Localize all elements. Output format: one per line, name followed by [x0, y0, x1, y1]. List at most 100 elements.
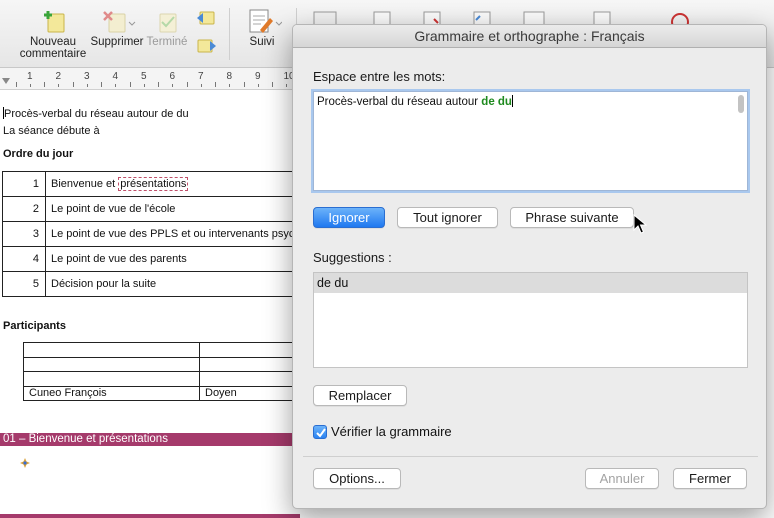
- done-comment-button[interactable]: Terminé: [146, 6, 188, 48]
- track-changes-label: Suivi: [249, 36, 275, 48]
- suggestions-list[interactable]: de du: [313, 272, 748, 368]
- ruler-tick: [143, 84, 145, 87]
- ruler-number: 2: [55, 71, 62, 82]
- table-row: [23, 342, 323, 358]
- section-bar: [0, 514, 300, 518]
- grammar-dialog: Grammaire et orthographe : Français Espa…: [292, 24, 767, 509]
- ruler-tick: [86, 84, 88, 87]
- participants-table: Cuneo François Doyen: [23, 342, 323, 401]
- text-cursor: [511, 95, 513, 107]
- issue-label: Espace entre les mots:: [313, 69, 446, 84]
- checkmark-icon: [316, 428, 326, 438]
- document-page[interactable]: Procès-verbal du réseau autour de du La …: [0, 91, 323, 518]
- agenda-heading: Ordre du jour: [3, 148, 74, 160]
- track-changes-button[interactable]: Suivi: [240, 6, 284, 48]
- delete-comment-button[interactable]: Supprimer: [88, 6, 146, 48]
- dialog-separator: [303, 456, 758, 457]
- mouse-pointer-icon: [633, 213, 648, 237]
- ruler-tick: [172, 84, 174, 87]
- previous-comment-icon[interactable]: [194, 10, 218, 29]
- ruler-tick: [272, 82, 273, 87]
- table-row: Cuneo François Doyen: [23, 385, 323, 401]
- done-comment-label: Terminé: [146, 36, 188, 48]
- ruler-tick: [15, 82, 17, 87]
- table-row: [23, 371, 323, 387]
- ruler-tick: [58, 84, 60, 87]
- participant-name: Cuneo François: [23, 385, 200, 401]
- ruler-number: 5: [141, 71, 147, 82]
- agenda-item: Décision pour la suite: [45, 271, 322, 297]
- close-button[interactable]: Fermer: [673, 468, 747, 489]
- ruler-tick: [257, 84, 259, 87]
- table-row: 3 Le point de vue des PPLS et ou interve…: [2, 221, 322, 247]
- next-sentence-button[interactable]: Phrase suivante: [510, 207, 634, 228]
- new-comment-label-1: Nouveau: [29, 36, 77, 48]
- doc-title-line: Procès-verbal du réseau autour de du: [3, 107, 189, 120]
- agenda-item: Le point de vue des PPLS et ou intervena…: [45, 221, 322, 247]
- list-item[interactable]: de du: [314, 273, 747, 293]
- table-row: [23, 356, 323, 372]
- agenda-number: 5: [2, 271, 46, 297]
- ruler-tick: [129, 82, 131, 87]
- ruler-number: 3: [84, 71, 90, 82]
- dialog-title: Grammaire et orthographe : Français: [293, 25, 766, 48]
- undo-button[interactable]: Annuler: [585, 468, 659, 489]
- anchor-icon: [20, 458, 30, 471]
- participants-heading: Participants: [3, 320, 66, 332]
- table-row: 5 Décision pour la suite: [2, 271, 322, 297]
- horizontal-ruler[interactable]: 1 2 3 4 5 6 7 8 9 10: [0, 68, 300, 90]
- ruler-tick: [158, 82, 159, 87]
- delete-comment-label: Supprimer: [90, 36, 144, 48]
- ruler-tick: [286, 84, 288, 87]
- ruler-tick: [29, 84, 31, 87]
- ruler-tick: [229, 84, 231, 87]
- next-comment-icon[interactable]: [194, 38, 218, 57]
- ruler-number: 4: [112, 71, 119, 82]
- scrollbar-thumb[interactable]: [738, 95, 744, 113]
- ruler-tick: [44, 82, 45, 87]
- sentence-text: Procès-verbal du réseau autour: [317, 96, 482, 108]
- ignore-all-button[interactable]: Tout ignorer: [397, 207, 498, 228]
- delete-comment-icon: [88, 6, 146, 36]
- ruler-number: 6: [169, 71, 176, 82]
- agenda-item: Bienvenue et présentations: [45, 171, 322, 197]
- sentence-highlight: de du: [481, 96, 512, 108]
- ruler-tick: [72, 82, 74, 87]
- ruler-tick: [115, 84, 117, 87]
- doc-session-line: La séance débute à: [3, 125, 100, 137]
- replace-button[interactable]: Remplacer: [313, 385, 407, 406]
- agenda-number: 3: [2, 221, 46, 247]
- ribbon-separator: [229, 8, 230, 60]
- ruler-tick: [200, 84, 202, 87]
- agenda-number: 2: [2, 196, 46, 222]
- done-comment-icon: [146, 6, 188, 36]
- options-button[interactable]: Options...: [313, 468, 401, 489]
- ruler-number: 9: [255, 71, 261, 82]
- ruler-tick: [186, 82, 188, 87]
- agenda-number: 4: [2, 246, 46, 272]
- suggestions-label: Suggestions :: [313, 250, 392, 265]
- table-row: 4 Le point de vue des parents: [2, 246, 322, 272]
- check-grammar-label: Vérifier la grammaire: [331, 424, 452, 439]
- table-row: 1 Bienvenue et présentations: [2, 171, 322, 197]
- ruler-number: 1: [27, 71, 33, 82]
- agenda-number: 1: [2, 171, 46, 197]
- ruler-tick: [215, 82, 216, 87]
- new-comment-label-2: commentaire: [19, 48, 87, 60]
- sentence-field[interactable]: Procès-verbal du réseau autour de du: [313, 91, 748, 191]
- doc-title-text: Procès-verbal du réseau autour de du: [4, 108, 189, 120]
- flagged-word[interactable]: présentations: [118, 177, 189, 191]
- new-comment-button[interactable]: Nouveau commentaire: [18, 6, 88, 60]
- check-grammar-checkbox[interactable]: [313, 425, 327, 439]
- indent-marker-icon[interactable]: [2, 78, 10, 84]
- track-changes-icon: [240, 6, 284, 36]
- ignore-button[interactable]: Ignorer: [313, 207, 385, 228]
- ruler-tick: [243, 82, 245, 87]
- agenda-item: Le point de vue de l'école: [45, 196, 322, 222]
- ruler-number: 7: [198, 71, 204, 82]
- ruler-tick: [101, 82, 102, 87]
- ruler-number: 8: [226, 71, 233, 82]
- new-comment-icon: [18, 6, 88, 36]
- agenda-table: 1 Bienvenue et présentations 2 Le point …: [2, 171, 322, 297]
- agenda-item-text: Bienvenue et: [51, 178, 119, 190]
